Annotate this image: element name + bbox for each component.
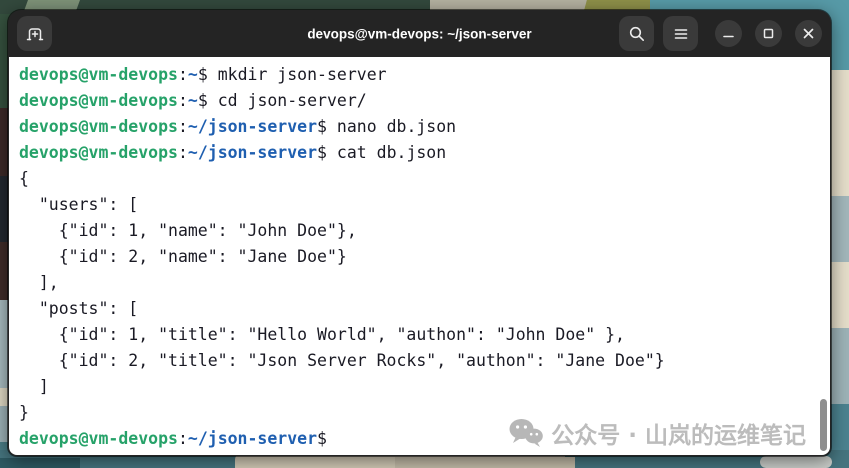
terminal-text-segment: {"id": 1, "title": "Hello World", "autho… — [19, 325, 625, 344]
terminal-text-segment: cat db.json — [336, 143, 447, 162]
wallpaper-shape — [395, 457, 575, 468]
watermark: 公众号 · 山岚的运维笔记 — [509, 416, 806, 450]
maximize-icon — [755, 20, 782, 47]
terminal-text-segment: ~/json-server — [187, 117, 318, 136]
terminal-line: {"id": 1, "title": "Hello World", "autho… — [19, 322, 830, 348]
window-title: devops@vm-devops: ~/json-server — [307, 26, 532, 41]
terminal-text-segment: : — [177, 429, 188, 448]
search-button[interactable] — [619, 16, 654, 51]
terminal-text-segment: $ — [317, 117, 337, 136]
terminal-text-segment: "posts": [ — [19, 299, 139, 318]
terminal-content[interactable]: devops@vm-devops:~$ mkdir json-server dev… — [9, 57, 830, 455]
terminal-line: {"id": 2, "title": "Json Server Rocks", … — [19, 348, 830, 374]
terminal-text-segment: } — [19, 403, 29, 422]
new-tab-icon — [26, 25, 44, 43]
terminal-text-segment: devops@vm-devops — [19, 117, 178, 136]
terminal-text-segment: nano db.json — [336, 117, 457, 136]
wallpaper-shape — [830, 262, 849, 332]
new-tab-button[interactable] — [17, 16, 52, 51]
terminal-text-segment: devops@vm-devops — [19, 429, 178, 448]
scrollbar-thumb[interactable] — [820, 399, 827, 451]
terminal-text-segment: ~ — [187, 91, 198, 110]
terminal-line: devops@vm-devops:~$ cd json-server/ — [19, 88, 830, 114]
terminal-line: devops@vm-devops:~$ mkdir json-server — [19, 62, 830, 88]
wallpaper-shape — [760, 456, 832, 468]
terminal-text-segment: : — [177, 65, 188, 84]
terminal-text-segment: { — [19, 169, 29, 188]
wechat-icon — [509, 418, 544, 448]
terminal-line: devops@vm-devops:~/json-server$ nano db.… — [19, 114, 830, 140]
search-icon — [628, 25, 646, 43]
terminal-line: devops@vm-devops:~/json-server$ cat db.j… — [19, 140, 830, 166]
window-controls — [715, 20, 822, 47]
wallpaper-shape — [830, 70, 849, 200]
terminal-text-segment: {"id": 1, "name": "John Doe"}, — [19, 221, 357, 240]
terminal-text-segment: ] — [19, 377, 49, 396]
terminal-text-segment: $ — [197, 91, 218, 110]
terminal-text-segment: ~/json-server — [187, 143, 318, 162]
terminal-line: "users": [ — [19, 192, 830, 218]
wallpaper-shape — [830, 0, 849, 75]
close-icon — [795, 20, 822, 47]
wallpaper-shape — [830, 328, 849, 408]
terminal-text-segment: devops@vm-devops — [19, 143, 178, 162]
minimize-button[interactable] — [715, 20, 742, 47]
terminal-text-segment: {"id": 2, "title": "Json Server Rocks", … — [19, 351, 665, 370]
terminal-text-segment: mkdir json-server — [217, 65, 387, 84]
desktop: { "titlebar": { "title": "devops@vm-devo… — [0, 0, 849, 468]
terminal-line: {"id": 2, "name": "Jane Doe"} — [19, 244, 830, 270]
menu-button[interactable] — [663, 16, 698, 51]
terminal-text-segment: $ — [317, 429, 337, 448]
terminal-text-segment: ~ — [187, 65, 198, 84]
terminal-text-segment: : — [177, 143, 188, 162]
terminal-line: ], — [19, 270, 830, 296]
terminal-lines: devops@vm-devops:~$ mkdir json-server dev… — [19, 62, 830, 452]
terminal-text-segment: ], — [19, 273, 59, 292]
titlebar[interactable]: devops@vm-devops: ~/json-server — [8, 10, 831, 57]
terminal-text-segment: devops@vm-devops — [19, 65, 178, 84]
titlebar-controls — [619, 16, 822, 51]
terminal-text-segment: $ — [197, 65, 218, 84]
terminal-text-segment: devops@vm-devops — [19, 91, 178, 110]
watermark-text: 公众号 · 山岚的运维笔记 — [551, 423, 806, 449]
terminal-text-segment: : — [177, 91, 188, 110]
terminal-line: "posts": [ — [19, 296, 830, 322]
terminal-text-segment: "users": [ — [19, 195, 139, 214]
wallpaper-shape — [0, 458, 80, 468]
wallpaper-shape — [830, 196, 849, 266]
terminal-text-segment: cd json-server/ — [217, 91, 367, 110]
terminal-line: { — [19, 166, 830, 192]
terminal-window: devops@vm-devops: ~/json-server devops@v… — [8, 10, 831, 456]
terminal-text-segment: ~/json-server — [187, 429, 318, 448]
terminal-text-segment: : — [177, 117, 188, 136]
terminal-line: ] — [19, 374, 830, 400]
minimize-icon — [715, 20, 742, 47]
close-button[interactable] — [795, 20, 822, 47]
terminal-line: {"id": 1, "name": "John Doe"}, — [19, 218, 830, 244]
terminal-text-segment: $ — [317, 143, 337, 162]
maximize-button[interactable] — [755, 20, 782, 47]
menu-icon — [672, 25, 690, 43]
terminal-text-segment: {"id": 2, "name": "Jane Doe"} — [19, 247, 347, 266]
